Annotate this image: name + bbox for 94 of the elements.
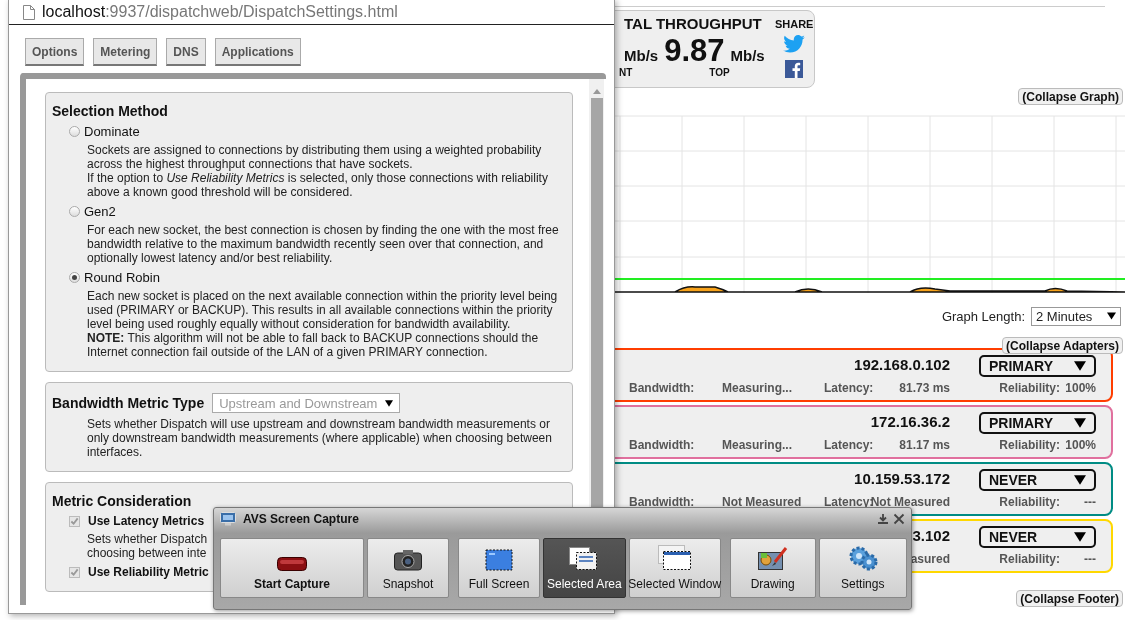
option-description: If the option to Use Reliability Metrics is selected, only those connections with reliability above a known good threshold will be considered.: [87, 171, 549, 199]
toolbar-title: AVS Screen Capture: [243, 512, 359, 526]
record-icon: [277, 557, 307, 571]
bird-icon[interactable]: [783, 35, 806, 53]
address-bar[interactable]: localhost:9937/dispatchweb/DispatchSettings.html: [9, 0, 614, 25]
capture-button[interactable]: Settings: [818, 538, 907, 598]
scroll-up-icon[interactable]: [592, 89, 601, 94]
bandwidth-value: Not Measured: [722, 495, 803, 509]
reliability-label: Reliability:: [999, 381, 1061, 395]
collapse-adapters-button[interactable]: (Collapse Adapters): [1002, 337, 1123, 354]
capture-button[interactable]: Selected Window: [628, 538, 721, 598]
url-text: localhost:9937/dispatchweb/DispatchSettings.html: [42, 3, 398, 21]
graph-length-select[interactable]: 2 Minutes: [1031, 306, 1121, 326]
pin-icon[interactable]: [877, 513, 889, 525]
latency-label: Latency:: [824, 381, 872, 395]
selected-area-icon: [569, 547, 600, 571]
bandwidth-label: Bandwidth:: [629, 438, 696, 452]
section-description: Sets whether Dispatch will use upstream and downstream bandwidth measurements or only downstream bandwidth measurements (where applicable) when choosing between interfaces.: [87, 417, 553, 459]
tab[interactable]: Applications: [214, 38, 301, 66]
current-caption: NT: [619, 67, 633, 78]
option-description: For each new socket, the best connection is chosen by finding the one with the most free bandwidth relative to the maximum bandwidth recently seen over that connection, and optionally lowest latency and/or best reliability.: [87, 223, 560, 265]
collapse-graph-button[interactable]: (Collapse Graph): [1018, 88, 1123, 105]
close-icon[interactable]: [893, 513, 905, 525]
option-description: Each new socket is placed on the next available connection within the priority level being used (PRIMARY or BACKUP). This results in all available connections within the priority level being used roughly equally without consideration for bandwidth availability.: [87, 289, 559, 331]
caret-icon: [1074, 361, 1086, 371]
caret-icon: [1107, 312, 1116, 320]
radio-button[interactable]: [69, 206, 80, 217]
option-description: Sets whether Dispatch: [87, 532, 208, 546]
monitor-icon: [220, 512, 236, 526]
caret-icon: [1074, 418, 1086, 428]
latency-value: 81.73 ms: [899, 381, 950, 395]
collapse-footer-button[interactable]: (Collapse Footer): [1016, 590, 1123, 607]
drawing-icon: [757, 547, 788, 571]
adapter-ip: 172.16.36.2: [870, 412, 950, 430]
bandwidth-value: Measuring...: [722, 438, 793, 452]
priority-dropdown[interactable]: NEVER: [979, 469, 1096, 491]
top-throughput-value: 9.87: [664, 33, 725, 68]
bandwidth-label: Bandwidth:: [629, 495, 696, 509]
top-caption: TOP: [709, 67, 730, 78]
reliability-label: Reliability:: [999, 552, 1061, 566]
top-unit: Mb/s: [730, 47, 765, 64]
section-title: Selection Method: [52, 103, 169, 119]
page-icon: [23, 4, 35, 20]
tab[interactable]: Metering: [93, 38, 158, 66]
caret-icon: [1074, 532, 1086, 542]
tab[interactable]: DNS: [166, 38, 206, 66]
adapter-ip: 3.102: [912, 526, 950, 544]
capture-button[interactable]: Selected Area: [543, 538, 626, 598]
reliability-value: ---: [1084, 495, 1096, 509]
full-screen-icon: [485, 549, 513, 571]
adapter-ip: 10.159.53.172: [854, 469, 950, 487]
bandwidth-value: Measuring...: [722, 381, 793, 395]
priority-dropdown[interactable]: PRIMARY: [979, 355, 1096, 377]
capture-button[interactable]: Drawing: [729, 538, 816, 598]
reliability-value: 100%: [1065, 438, 1096, 452]
radio-button[interactable]: [69, 126, 80, 137]
reliability-label: Reliability:: [999, 495, 1061, 509]
option-label: Use Reliability Metric: [88, 565, 209, 579]
option-label: Dominate: [84, 124, 140, 139]
section-title: Metric Consideration: [52, 493, 193, 509]
capture-button[interactable]: Snapshot: [367, 538, 449, 598]
option-label: Use Latency Metrics: [88, 514, 205, 528]
priority-dropdown[interactable]: PRIMARY: [979, 412, 1096, 434]
settings-icon: [847, 545, 878, 571]
tab[interactable]: Options: [25, 38, 85, 66]
adapter-ip: 192.168.0.102: [854, 355, 950, 373]
share-label: SHARE: [774, 18, 814, 30]
section-title: Bandwidth Metric Type: [52, 395, 205, 411]
option-label: Round Robin: [84, 270, 160, 285]
radio-button[interactable]: [69, 272, 80, 283]
capture-button[interactable]: Full Screen: [458, 538, 540, 598]
throughput-title: TAL THROUGHPUT: [624, 15, 763, 32]
option-description: Sockets are assigned to connections by distributing them using a weighted probability across the highest throughput connections that have sockets.: [87, 143, 543, 171]
caret-icon: [1074, 475, 1086, 485]
caret-icon: [385, 399, 394, 407]
latency-label: Latency:: [824, 438, 872, 452]
reliability-value: ---: [1084, 552, 1096, 566]
current-unit: Mb/s: [624, 47, 659, 64]
latency-label: Latency:: [824, 495, 872, 509]
latency-value: Not Measured: [870, 495, 950, 509]
priority-dropdown[interactable]: NEVER: [979, 526, 1096, 548]
capture-button[interactable]: Start Capture: [220, 538, 364, 598]
latency-value: asured: [910, 552, 950, 566]
option-description: NOTE: This algorithm will not be able to fall back to BACKUP connections should the Internet connection fail outside of the LAN of a given PRIMARY connection.: [87, 331, 540, 359]
option-label: Gen2: [84, 204, 116, 219]
graph-length-label: Graph Length:: [941, 308, 1025, 324]
latency-value: 81.17 ms: [899, 438, 950, 452]
camera-icon: [394, 549, 422, 571]
selected-window-icon: [657, 545, 692, 571]
reliability-label: Reliability:: [999, 438, 1061, 452]
bandwidth-label: Bandwidth:: [629, 381, 696, 395]
option-description: choosing between inte: [87, 546, 207, 560]
reliability-value: 100%: [1065, 381, 1096, 395]
facebook-icon[interactable]: [785, 60, 804, 78]
